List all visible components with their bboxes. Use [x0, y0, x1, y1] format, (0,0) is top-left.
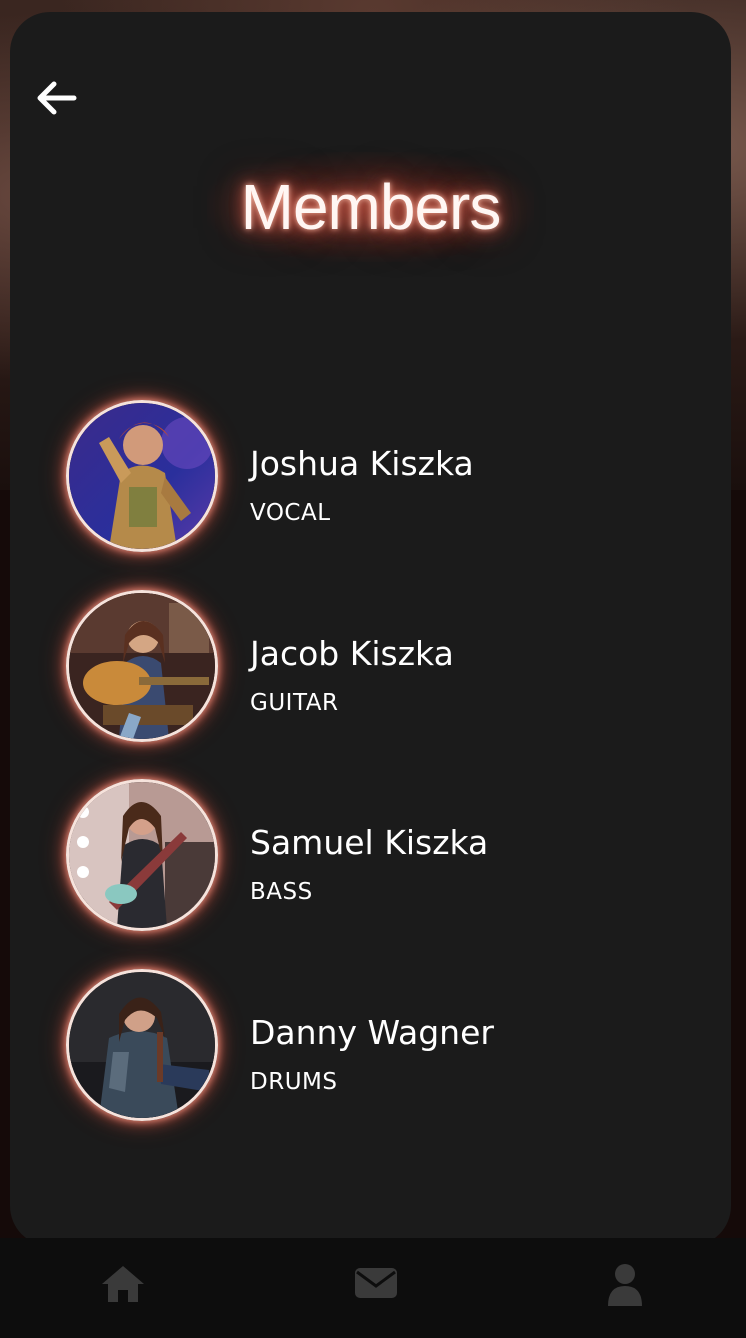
member-role: DRUMS — [250, 1068, 338, 1095]
member-item[interactable]: Danny Wagner DRUMS — [66, 968, 706, 1121]
back-button[interactable] — [34, 78, 78, 118]
member-name: Danny Wagner — [250, 1012, 494, 1052]
member-item[interactable]: Joshua Kiszka VOCAL — [66, 400, 706, 552]
avatar — [66, 400, 218, 552]
member-photo — [69, 592, 215, 739]
envelope-icon — [355, 1268, 397, 1298]
member-role: BASS — [250, 879, 313, 905]
member-photo — [69, 403, 215, 549]
nav-home[interactable] — [98, 1262, 148, 1306]
nav-messages[interactable] — [351, 1262, 401, 1306]
title-container: Members — [10, 152, 731, 262]
avatar — [66, 968, 218, 1121]
avatar — [66, 779, 218, 931]
member-item[interactable]: Samuel Kiszka BASS — [66, 779, 706, 931]
bottom-navigation — [0, 1238, 746, 1338]
member-name: Joshua Kiszka — [250, 444, 474, 483]
avatar — [66, 589, 218, 742]
user-icon — [608, 1264, 642, 1306]
member-role: GUITAR — [250, 689, 339, 716]
page-title: Members — [206, 152, 535, 262]
members-list: Joshua Kiszka VOCAL Jacob Kiszka GUITAR … — [66, 400, 706, 1158]
member-name: Samuel Kiszka — [250, 823, 489, 862]
member-photo — [69, 971, 215, 1118]
arrow-left-icon — [37, 81, 77, 115]
nav-profile[interactable] — [600, 1262, 650, 1306]
home-icon — [102, 1266, 144, 1302]
member-item[interactable]: Jacob Kiszka GUITAR — [66, 589, 706, 742]
members-card: Members Joshua Kiszka VOCAL Jacob Kiszka… — [10, 12, 731, 1246]
member-name: Jacob Kiszka — [250, 633, 454, 673]
member-photo — [69, 782, 215, 928]
member-role: VOCAL — [250, 500, 331, 526]
